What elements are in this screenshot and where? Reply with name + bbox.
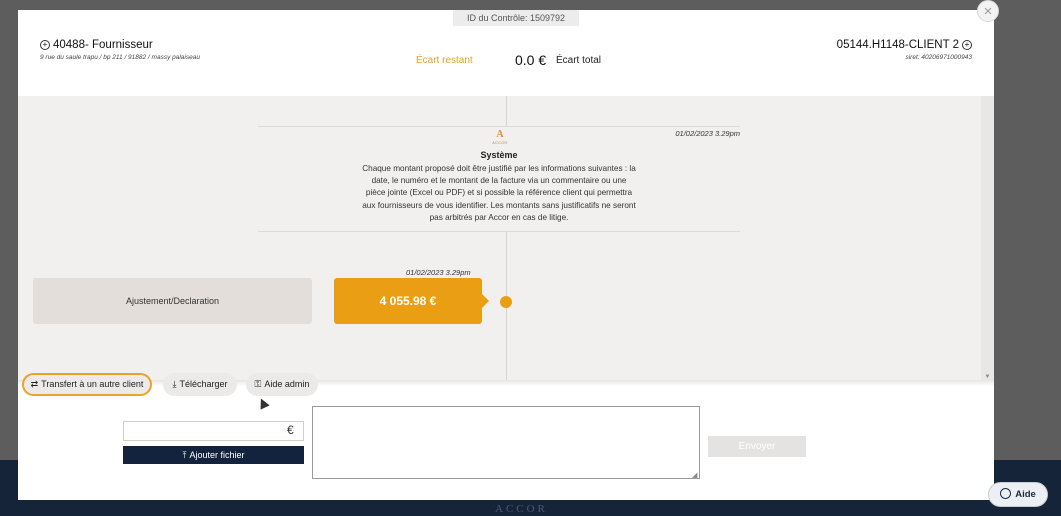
send-button[interactable]: Envoyer	[708, 436, 806, 457]
add-file-button[interactable]: ⤒ Ajouter fichier	[123, 446, 304, 464]
euro-currency-icon: €	[287, 423, 294, 437]
entry-date: 01/02/2023 3.29pm	[406, 268, 471, 277]
admin-help-button[interactable]: ⚿ Aide admin	[246, 373, 318, 396]
download-icon: ⤓	[172, 379, 177, 389]
message-textarea[interactable]	[312, 406, 700, 479]
client-name[interactable]: 05144.H1148-CLIENT 2 +	[837, 39, 972, 51]
bubble-pointer	[482, 294, 489, 308]
ecart-amount: 0.0 €	[515, 52, 547, 68]
timeline-dot	[500, 296, 512, 308]
system-message-date: 01/02/2023 3.29pm	[675, 129, 740, 138]
supplier-name[interactable]: +40488- Fournisseur	[40, 39, 153, 51]
ecart-restant-label: Écart restant	[416, 55, 473, 66]
client-siret: siret: 40206971000943	[905, 54, 972, 61]
entry-amount-bubble: 4 055.98 €	[334, 278, 482, 324]
transfer-client-button[interactable]: ⇄ Transfert à un autre client	[22, 373, 152, 396]
background-brand-logo: ACCOR	[495, 503, 548, 515]
amount-input[interactable]	[123, 421, 304, 441]
control-id-badge: ID du Contrôle: 1509792	[453, 10, 579, 26]
download-button[interactable]: ⤓ Télécharger	[163, 373, 237, 396]
system-message: A ACCOR 01/02/2023 3.29pm Système Chaque…	[258, 126, 740, 232]
accor-logo-text: ACCOR	[492, 141, 508, 145]
help-label: Aide	[1015, 489, 1036, 500]
adjustment-declaration-label: Ajustement/Declaration	[33, 278, 312, 324]
accor-logo-icon: A	[496, 129, 504, 140]
system-message-title: Système	[480, 150, 518, 160]
upload-icon: ⤒	[182, 450, 187, 460]
close-icon[interactable]: ×	[977, 0, 999, 22]
transfer-arrows-icon: ⇄	[30, 379, 39, 389]
resize-grip-icon[interactable]: ◢	[692, 471, 697, 479]
thread-scrollbar[interactable]: ▼	[981, 96, 994, 382]
help-button[interactable]: Aide	[988, 482, 1048, 507]
expand-plus-icon[interactable]: +	[40, 40, 50, 50]
client-name-text: 05144.H1148-CLIENT 2	[836, 39, 959, 51]
control-modal: +40488- Fournisseur 9 rue du saule trapu…	[18, 10, 994, 500]
supplier-name-text: 40488- Fournisseur	[53, 39, 153, 51]
expand-plus-icon[interactable]: +	[962, 40, 972, 50]
key-icon: ⚿	[254, 379, 262, 389]
transfer-client-label: Transfert à un autre client	[41, 379, 144, 389]
admin-help-label: Aide admin	[264, 379, 310, 389]
ecart-total-label: Écart total	[556, 55, 602, 66]
system-message-text: Chaque montant proposé doit être justifi…	[362, 164, 636, 222]
download-label: Télécharger	[179, 379, 228, 389]
supplier-address: 9 rue du saule trapu / bp 211 / 91882 / …	[40, 54, 200, 61]
chat-bubble-icon	[1000, 488, 1012, 499]
message-thread: A ACCOR 01/02/2023 3.29pm Système Chaque…	[18, 96, 994, 382]
add-file-label: Ajouter fichier	[189, 450, 245, 460]
